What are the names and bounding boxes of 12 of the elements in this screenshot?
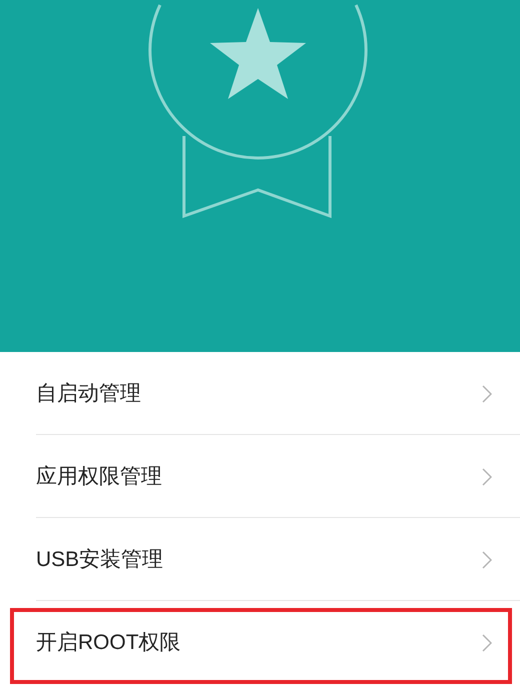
settings-row[interactable]: 应用权限管理	[0, 435, 520, 518]
chevron-right-icon	[482, 634, 492, 652]
row-label: 自启动管理	[36, 380, 142, 407]
chevron-right-icon	[482, 550, 492, 568]
settings-row[interactable]: USB安装管理	[0, 518, 520, 601]
chevron-right-icon	[482, 468, 492, 486]
row-label: 开启ROOT权限	[36, 630, 182, 656]
settings-row[interactable]: 开启ROOT权限	[0, 601, 520, 684]
row-label: USB安装管理	[36, 546, 164, 573]
row-label: 应用权限管理	[36, 464, 163, 490]
settings-row[interactable]: 自启动管理	[0, 352, 520, 435]
chevron-right-icon	[482, 384, 492, 402]
